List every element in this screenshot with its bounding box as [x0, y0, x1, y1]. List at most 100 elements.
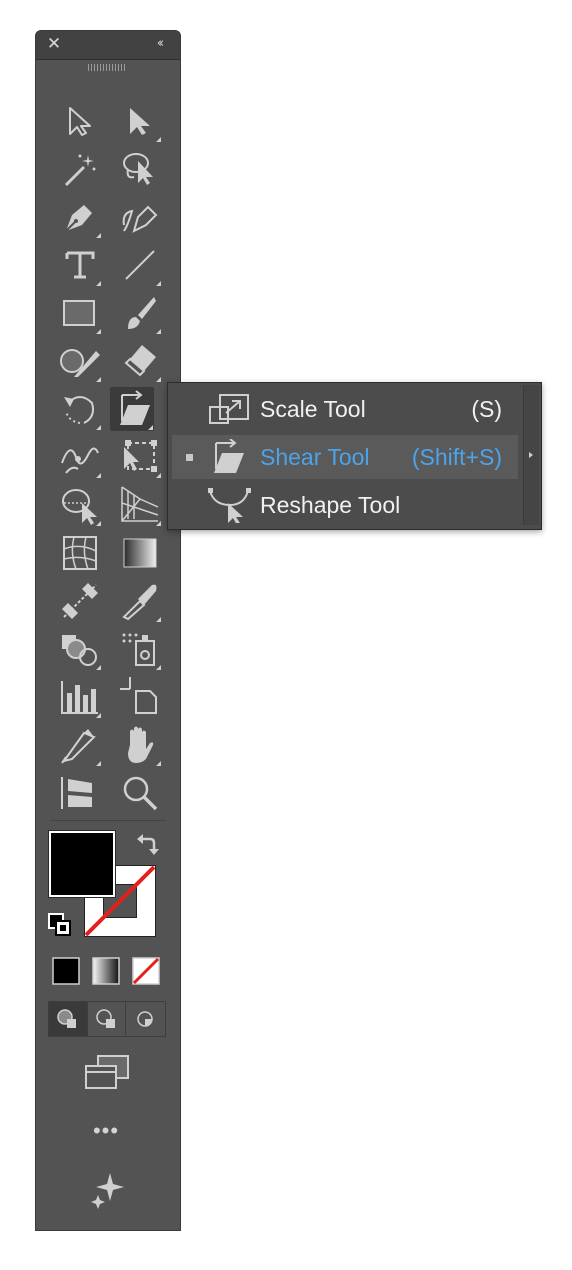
- more-tools-indicator: [96, 329, 101, 334]
- reshape-tool-icon: [208, 488, 251, 523]
- mesh-tool[interactable]: [58, 531, 102, 575]
- more-tools-indicator: [148, 425, 153, 430]
- none-mode-button[interactable]: [130, 955, 162, 987]
- flyout-item-scale-tool[interactable]: Scale Tool (S): [172, 387, 518, 431]
- line-segment-tool[interactable]: [118, 243, 162, 287]
- free-transform-tool[interactable]: [118, 435, 162, 479]
- draw-inside-button[interactable]: [125, 1002, 163, 1036]
- gradient-tool[interactable]: [118, 531, 162, 575]
- selected-indicator: [186, 454, 193, 461]
- draw-behind-icon: [96, 1009, 115, 1028]
- magic-wand-tool[interactable]: [58, 147, 102, 191]
- blend-tool-icon: [62, 583, 98, 619]
- close-icon[interactable]: ✕: [46, 35, 62, 53]
- direct-selection-tool[interactable]: [118, 99, 162, 143]
- more-tools-indicator: [96, 233, 101, 238]
- more-tools-indicator: [96, 377, 101, 382]
- hand-tool[interactable]: [118, 723, 162, 767]
- zoom-tool[interactable]: [118, 771, 162, 815]
- collapse-panel-icon[interactable]: ‹‹: [150, 36, 168, 52]
- shear-tool[interactable]: [110, 387, 154, 431]
- draw-behind-button[interactable]: [87, 1002, 125, 1036]
- more-tools-indicator: [156, 761, 161, 766]
- slice-tool[interactable]: [58, 723, 102, 767]
- selection-tool-icon: [69, 107, 91, 136]
- more-tools-indicator: [96, 281, 101, 286]
- gradient-tool-icon: [123, 538, 157, 568]
- screen-mode-icon[interactable]: [84, 1053, 132, 1089]
- blend-tool[interactable]: [58, 579, 102, 623]
- drawing-modes: [48, 1001, 166, 1037]
- eraser-tool[interactable]: [118, 339, 162, 383]
- tear-off-arrow-icon: [529, 452, 533, 458]
- draw-normal-icon: [57, 1009, 76, 1028]
- symbol-sprayer-tool[interactable]: [118, 627, 162, 671]
- flyout-item-shortcut: (S): [471, 396, 502, 422]
- gradient-mode-button[interactable]: [90, 955, 122, 987]
- curvature-tool-icon: [122, 205, 158, 233]
- more-tools-indicator: [96, 761, 101, 766]
- color-mode-button[interactable]: [50, 955, 82, 987]
- lasso-tool[interactable]: [118, 147, 162, 191]
- type-tool[interactable]: [58, 243, 102, 287]
- shaper-tool[interactable]: [58, 339, 102, 383]
- perspective-grid-tool[interactable]: [118, 483, 162, 527]
- draw-normal-button[interactable]: [49, 1002, 87, 1036]
- more-tools-indicator: [156, 473, 161, 478]
- more-tools-indicator: [96, 713, 101, 718]
- flyout-tear-off-strip[interactable]: [523, 385, 539, 525]
- column-graph-tool[interactable]: [58, 675, 102, 719]
- width-tool[interactable]: [58, 435, 102, 479]
- flyout-item-shear-tool[interactable]: Shear Tool (Shift+S): [172, 435, 518, 479]
- eyedropper-tool[interactable]: [118, 579, 162, 623]
- mesh-tool-icon: [63, 536, 97, 570]
- transform-tools-flyout: Scale Tool (S) Shear Tool (Shift+S) Resh…: [167, 382, 542, 530]
- zoom-tool-icon: [123, 776, 158, 811]
- panel-header[interactable]: ✕ ‹‹: [36, 31, 180, 60]
- more-tools-indicator: [96, 473, 101, 478]
- edit-toolbar-icon[interactable]: •••: [86, 1120, 126, 1142]
- more-tools-indicator: [96, 665, 101, 670]
- selection-tool[interactable]: [58, 99, 102, 143]
- more-tools-indicator: [96, 521, 101, 526]
- fill-swatch[interactable]: [48, 830, 116, 898]
- paintbrush-tool[interactable]: [118, 291, 162, 335]
- pen-tool[interactable]: [58, 195, 102, 239]
- shape-builder-tool[interactable]: [58, 483, 102, 527]
- puppet-warp-tool[interactable]: [58, 771, 102, 815]
- more-tools-indicator: [156, 377, 161, 382]
- divider: [50, 820, 166, 821]
- curvature-tool[interactable]: [118, 195, 162, 239]
- scale-tool-icon: [209, 394, 249, 424]
- magic-wand-tool-icon: [64, 154, 96, 187]
- panel-grip-handle[interactable]: [88, 64, 126, 71]
- more-tools-indicator: [156, 329, 161, 334]
- shear-tool-icon: [214, 439, 244, 473]
- solid-color-icon: [52, 957, 80, 985]
- rotate-tool[interactable]: [58, 387, 102, 431]
- generative-sparkle-icon[interactable]: [88, 1169, 128, 1209]
- draw-inside-icon: [137, 1011, 153, 1027]
- gradient-icon: [92, 957, 120, 985]
- flyout-item-label: Scale Tool: [260, 396, 366, 422]
- puppet-warp-tool-icon: [61, 777, 92, 809]
- artboard-tool-icon: [120, 677, 157, 714]
- flyout-item-label: Reshape Tool: [260, 492, 401, 518]
- more-tools-indicator: [156, 665, 161, 670]
- more-tools-indicator: [156, 521, 161, 526]
- default-fill-stroke-icon[interactable]: [48, 913, 72, 937]
- flyout-item-reshape-tool[interactable]: Reshape Tool: [172, 483, 518, 527]
- live-paint-bucket-tool[interactable]: [58, 627, 102, 671]
- more-tools-indicator: [96, 425, 101, 430]
- swap-fill-stroke-icon[interactable]: [134, 831, 160, 857]
- more-tools-indicator: [156, 281, 161, 286]
- artboard-tool[interactable]: [118, 675, 162, 719]
- tools-panel: ✕ ‹‹ •••: [36, 31, 180, 1230]
- rectangle-tool[interactable]: [58, 291, 102, 335]
- flyout-item-shortcut: (Shift+S): [411, 444, 502, 470]
- flyout-item-label: Shear Tool: [260, 444, 370, 470]
- more-tools-indicator: [156, 617, 161, 622]
- lasso-tool-icon: [123, 153, 153, 185]
- none-icon: [132, 957, 160, 985]
- more-tools-indicator: [156, 137, 161, 142]
